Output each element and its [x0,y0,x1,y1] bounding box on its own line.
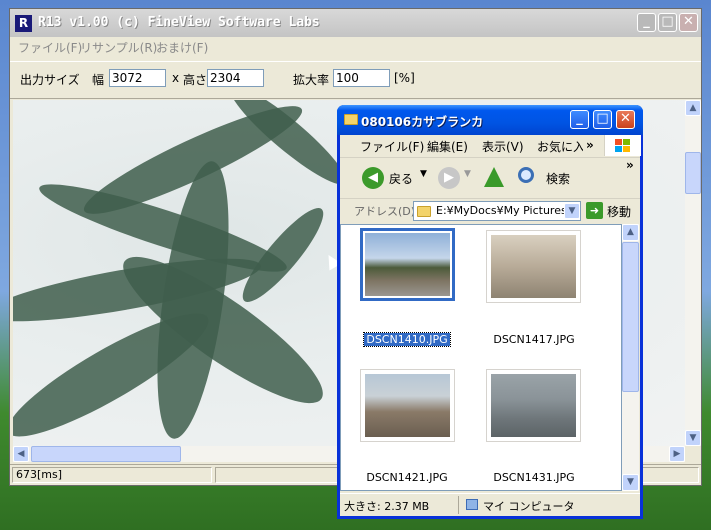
explorer-toolbar: ◀ 戻る ▼ ▶ ▼ 検索 » [340,158,640,199]
file-label[interactable]: DSCN1410.JPG [352,332,462,347]
explorer-window-title: 080106カサブランカ [361,115,484,129]
explorer-close-button[interactable]: ✕ [616,110,635,129]
scroll-right-icon[interactable]: ▶ [669,446,685,462]
search-button[interactable]: 検索 [546,170,570,187]
address-path: E:¥MyDocs¥My Pictures¥ [436,204,574,217]
search-icon[interactable] [518,167,534,183]
windows-logo-icon [604,135,641,156]
explorer-menu-file[interactable]: ファイル(F) [360,138,424,155]
folder-icon [344,114,358,125]
address-input[interactable]: E:¥MyDocs¥My Pictures¥ ▼ [413,201,581,221]
height-input[interactable] [207,69,264,87]
forward-dropdown-icon[interactable]: ▼ [464,169,471,179]
explorer-menu-view[interactable]: 表示(V) [482,138,524,155]
back-dropdown-icon[interactable]: ▼ [420,169,427,179]
main-title-bar[interactable]: R R13 v1.00 (c) FineView Software Labs _… [10,9,701,37]
explorer-menu-edit[interactable]: 編集(E) [427,138,468,155]
address-label: アドレス(D) [354,205,416,218]
explorer-minimize-button[interactable]: _ [570,110,589,129]
zoom-input[interactable] [333,69,390,87]
file-label[interactable]: DSCN1431.JPG [479,471,589,484]
render-time-status: 673[ms] [12,467,212,483]
explorer-menu-bar: ファイル(F) 編集(E) 表示(V) お気に入 » [340,135,641,158]
back-button[interactable]: 戻る [389,170,413,187]
explorer-window: 080106カサブランカ _ □ ✕ ファイル(F) 編集(E) 表示(V) お… [337,105,643,519]
thumbnail-dscn1410[interactable] [360,228,455,301]
explorer-vertical-scrollbar[interactable]: ▲ ▼ [622,224,639,491]
main-menu-bar: ファイル(F) リサンプル(R) おまけ(F) [10,37,701,57]
back-arrow-icon[interactable]: ◀ [362,167,384,189]
main-maximize-button[interactable]: □ [658,13,677,32]
menu-file[interactable]: ファイル(F) [18,39,82,56]
location-label: マイ コンピュータ [483,500,575,513]
times-label: x [172,71,180,85]
photo-buildings [365,374,450,437]
scroll-left-icon[interactable]: ◀ [13,446,29,462]
width-input[interactable] [109,69,166,87]
scroll-down-icon[interactable]: ▼ [685,430,701,446]
zoom-label: 拡大率 [293,73,330,87]
menu-extras[interactable]: おまけ(F) [156,39,208,56]
explorer-scroll-up-icon[interactable]: ▲ [622,224,639,241]
main-close-button[interactable]: ✕ [679,13,698,32]
scroll-up-icon[interactable]: ▲ [685,100,701,116]
go-arrow-icon[interactable]: ➜ [586,202,603,219]
thumbnail-dscn1417[interactable] [486,230,581,303]
explorer-menu-favorites[interactable]: お気に入 [537,138,583,155]
width-label: 幅 [92,73,105,87]
vertical-scroll-thumb[interactable] [685,152,701,194]
size-toolbar: 出力サイズ 幅 x 高さ 拡大率 [%] [10,61,701,99]
file-label[interactable]: DSCN1417.JPG [479,333,589,346]
photo-palm-street [365,233,450,296]
explorer-maximize-button[interactable]: □ [593,110,612,129]
address-bar: アドレス(D) E:¥MyDocs¥My Pictures¥ ▼ ➜ 移動 [340,199,640,223]
file-thumbnail-view[interactable]: DSCN1410.JPG DSCN1417.JPG DSCN1421.JPG D… [340,224,622,491]
explorer-scroll-thumb[interactable] [622,242,639,392]
my-computer-icon [466,499,478,510]
main-vertical-scrollbar[interactable]: ▲ ▼ [685,100,701,446]
toolbar-more[interactable]: » [626,158,634,172]
explorer-status-bar: 大きさ: 2.37 MB マイ コンピュータ [340,493,640,516]
thumbnail-dscn1431[interactable] [486,369,581,442]
go-button[interactable]: 移動 [607,203,631,220]
output-size-label: 出力サイズ [20,73,80,87]
explorer-title-bar[interactable]: 080106カサブランカ _ □ ✕ [337,105,643,135]
selection-size: 大きさ: 2.37 MB [344,500,430,513]
photo-sea [491,374,576,437]
explorer-menu-more[interactable]: » [586,138,594,152]
address-folder-icon [417,206,431,217]
height-label: 高さ [183,73,208,87]
file-label[interactable]: DSCN1421.JPG [352,471,462,484]
explorer-scroll-down-icon[interactable]: ▼ [622,474,639,491]
folder-up-icon[interactable] [484,167,504,187]
forward-arrow-icon[interactable]: ▶ [438,167,460,189]
app-logo-icon: R [15,15,32,32]
thumbnail-dscn1421[interactable] [360,369,455,442]
photo-graffiti-wall [491,235,576,298]
menu-resample[interactable]: リサンプル(R) [80,39,157,56]
main-window-title: R13 v1.00 (c) FineView Software Labs [38,15,320,30]
status-divider [458,496,459,514]
percent-label: [%] [394,71,415,85]
horizontal-scroll-thumb[interactable] [31,446,181,462]
main-minimize-button[interactable]: _ [637,13,656,32]
address-dropdown-icon[interactable]: ▼ [564,203,580,219]
